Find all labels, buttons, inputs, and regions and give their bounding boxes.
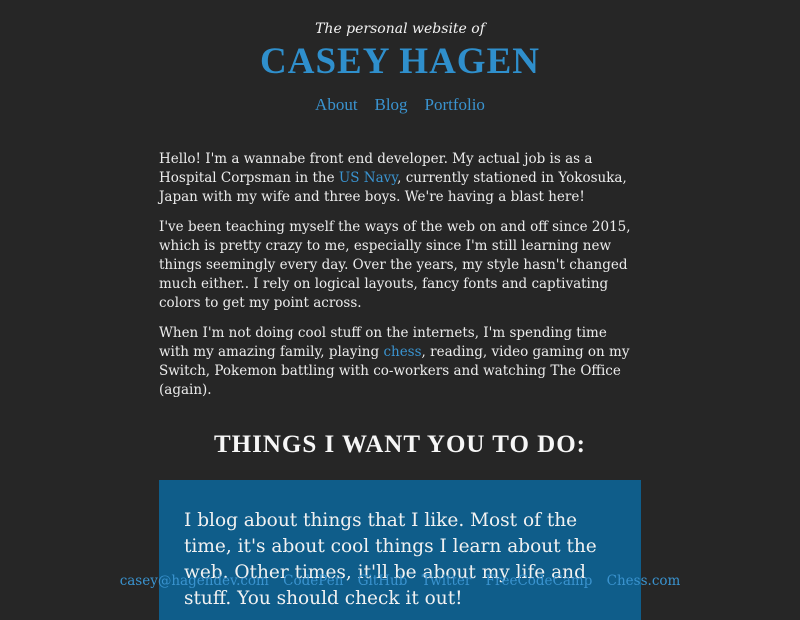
nav-about-link[interactable]: About bbox=[315, 95, 358, 114]
site-header: The personal website of CASEY HAGEN Abou… bbox=[0, 0, 800, 115]
intro-paragraph-1: Hello! I'm a wannabe front end developer… bbox=[159, 150, 641, 207]
intro-paragraph-3: When I'm not doing cool stuff on the int… bbox=[159, 324, 641, 400]
footer-freecodecamp-link[interactable]: FreeCodeCamp bbox=[486, 573, 593, 589]
blog-card[interactable]: I blog about things that I like. Most of… bbox=[159, 480, 641, 620]
footer-codepen-link[interactable]: CodePen bbox=[283, 573, 343, 589]
footer: casey@hagendev.com CodePen GitHub Twitte… bbox=[0, 572, 800, 590]
nav-blog-link[interactable]: Blog bbox=[374, 95, 407, 114]
intro-paragraph-2: I've been teaching myself the ways of th… bbox=[159, 219, 631, 311]
tagline: The personal website of bbox=[315, 21, 485, 37]
footer-email-link[interactable]: casey@hagendev.com bbox=[120, 573, 269, 589]
footer-twitter-link[interactable]: Twitter bbox=[422, 573, 472, 589]
footer-github-link[interactable]: GitHub bbox=[358, 573, 408, 589]
blog-card-text: I blog about things that I like. Most of… bbox=[184, 510, 597, 609]
main-nav: About Blog Portfolio bbox=[0, 95, 800, 115]
us-navy-link[interactable]: US Navy bbox=[339, 170, 397, 186]
site-title: CASEY HAGEN bbox=[260, 41, 540, 82]
footer-chesscom-link[interactable]: Chess.com bbox=[607, 573, 681, 589]
chess-link[interactable]: chess bbox=[383, 344, 421, 360]
intro-content: Hello! I'm a wannabe front end developer… bbox=[159, 150, 641, 411]
section-heading: THINGS I WANT YOU TO DO: bbox=[213, 431, 586, 458]
nav-portfolio-link[interactable]: Portfolio bbox=[424, 95, 484, 114]
